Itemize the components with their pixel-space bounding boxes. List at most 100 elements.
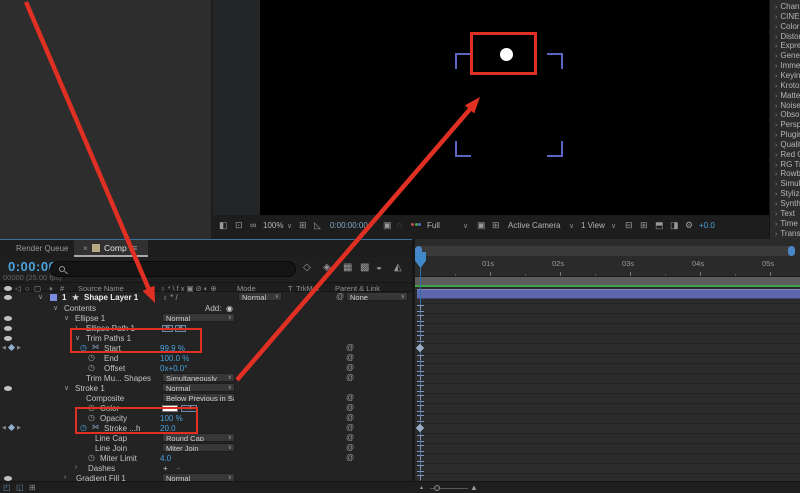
layer-name[interactable]: Shape Layer 1 <box>84 293 138 302</box>
magnification-caret-icon[interactable]: ∨ <box>287 222 292 230</box>
property-row-line-join[interactable]: Line JoinMiter Join∨@ <box>0 443 413 453</box>
show-channel-icon[interactable] <box>411 223 421 229</box>
effect-category[interactable]: ›Time <box>775 219 800 228</box>
expand-transfer-controls-icon[interactable]: ◱ <box>16 483 24 492</box>
caret-down-icon[interactable]: ∨ <box>53 304 58 312</box>
chevron-right-icon[interactable]: › <box>775 63 777 70</box>
visibility-eye-icon[interactable] <box>4 326 12 331</box>
camera-view-caret-icon[interactable]: ∨ <box>569 222 574 230</box>
property-pickwhip-icon[interactable]: @ <box>346 343 354 352</box>
property-pickwhip-icon[interactable]: @ <box>346 393 354 402</box>
prev-keyframe-icon[interactable]: ◀ <box>2 425 6 431</box>
camera-view-value[interactable]: Active Camera <box>508 221 560 230</box>
effect-category[interactable]: ›Krotos <box>775 81 800 90</box>
property-value[interactable]: 100.0 % <box>160 354 189 363</box>
frame-blend-icon[interactable]: ▩ <box>360 262 369 273</box>
chevron-right-icon[interactable]: › <box>775 152 777 159</box>
property-row-offset[interactable]: ◷Offset0x+0.0°@ <box>0 363 413 373</box>
effect-category[interactable]: ›Perspective <box>775 120 800 129</box>
view-count-value[interactable]: 1 View <box>581 221 605 230</box>
property-row-ellipse-1[interactable]: ∨Ellipse 1Normal∨ <box>0 313 413 323</box>
exposure-value[interactable]: +0.0 <box>699 221 715 230</box>
track-keyframe-diamond[interactable] <box>416 424 424 432</box>
prev-keyframe-icon[interactable]: ◀ <box>2 345 6 351</box>
property-row-contents[interactable]: ∨ContentsAdd:◉ <box>0 303 413 313</box>
vr-goggles-icon[interactable]: ∞ <box>250 220 256 230</box>
next-keyframe-icon[interactable]: ▶ <box>17 425 21 431</box>
chevron-right-icon[interactable]: › <box>775 103 777 110</box>
effect-category[interactable]: ›Text <box>775 209 800 218</box>
panel-divider[interactable] <box>412 239 415 493</box>
property-value[interactable]: 4.0 <box>160 454 171 463</box>
keyframe-toggle-icon[interactable] <box>8 344 15 351</box>
property-pickwhip-icon[interactable]: @ <box>346 433 354 442</box>
chevron-right-icon[interactable]: › <box>775 112 777 119</box>
stopwatch-icon[interactable]: ◷ <box>88 453 95 462</box>
property-row-stroke-1[interactable]: ∨Stroke 1Normal∨ <box>0 383 413 393</box>
next-keyframe-icon[interactable]: ▶ <box>17 345 21 351</box>
property-value[interactable]: 0x+0.0° <box>160 364 187 373</box>
property-row-dashes[interactable]: ›Dashes+− <box>0 463 413 473</box>
parent-pickwhip-icon[interactable]: @ <box>336 292 344 301</box>
chevron-right-icon[interactable]: › <box>775 34 777 41</box>
effect-category[interactable]: ›Keying <box>775 71 800 80</box>
tab-render-queue[interactable]: Render Queue <box>16 244 68 253</box>
layer-caret-icon[interactable]: ∨ <box>38 293 43 301</box>
property-pickwhip-icon[interactable]: @ <box>346 413 354 422</box>
effect-category[interactable]: ›Color Correction <box>775 22 800 31</box>
graph-editor-icon[interactable]: ◭ <box>394 262 402 273</box>
show-snapshot-icon[interactable]: ◌ <box>397 220 402 230</box>
chevron-right-icon[interactable]: › <box>775 83 777 90</box>
caret-right-icon[interactable]: › <box>75 464 77 471</box>
magnification-value[interactable]: 100% <box>263 221 283 230</box>
effect-category[interactable]: ›Red Giant <box>775 150 800 159</box>
stopwatch-icon[interactable]: ◷ <box>88 353 95 362</box>
resolution-value[interactable]: Full <box>427 221 440 230</box>
chevron-right-icon[interactable]: › <box>775 162 777 169</box>
draft-3d-icon[interactable]: ◈ <box>323 262 331 273</box>
visibility-eye-icon[interactable] <box>4 336 12 341</box>
chevron-right-icon[interactable]: › <box>775 231 777 238</box>
effect-category[interactable]: ›Simulation <box>775 179 800 188</box>
layer-mode-dropdown[interactable]: Normal∨ <box>238 292 282 301</box>
exposure-gear-icon[interactable]: ⚙ <box>685 220 693 231</box>
effect-category[interactable]: ›Expression Controls <box>775 41 800 50</box>
effect-category[interactable]: ›Stylize <box>775 189 800 198</box>
property-pickwhip-icon[interactable]: @ <box>346 373 354 382</box>
timeline-search-input[interactable] <box>50 261 296 277</box>
caret-right-icon[interactable]: › <box>64 474 66 481</box>
chevron-right-icon[interactable]: › <box>775 93 777 100</box>
effect-category[interactable]: ›Quality <box>775 140 800 149</box>
view-layout-icon[interactable]: ⊞ <box>640 220 648 231</box>
layer-row[interactable]: ∨ 1 ★ Shape Layer 1 ♁ * / Normal∨ @ None… <box>0 292 413 303</box>
effect-category[interactable]: ›Rowbyte <box>775 169 800 178</box>
hide-shy-icon[interactable]: ▦ <box>343 262 352 273</box>
property-pickwhip-icon[interactable]: @ <box>346 403 354 412</box>
effect-category[interactable]: ›Matte <box>775 91 800 100</box>
property-row-line-cap[interactable]: Line CapRound Cap∨@ <box>0 433 413 443</box>
fast-preview-icon[interactable]: ◨ <box>670 220 679 231</box>
property-row-ellipse-path-1[interactable]: ›Ellipse Path 1⇆⇄ <box>0 323 413 333</box>
region-of-interest-icon[interactable]: ▣ <box>477 220 486 231</box>
monitor-icon[interactable]: ⊡ <box>235 220 243 231</box>
tab-comp[interactable]: × Comp ≡ <box>74 240 148 257</box>
chevron-right-icon[interactable]: › <box>775 142 777 149</box>
layer-switches[interactable]: ♁ * / <box>162 293 178 302</box>
property-dropdown[interactable]: Below Previous in Sa∨ <box>162 393 235 402</box>
property-row-trim-paths-1[interactable]: ∨Trim Paths 1 <box>0 333 413 343</box>
chevron-right-icon[interactable]: › <box>775 211 777 218</box>
layer-duration-bar[interactable] <box>417 289 800 299</box>
chevron-right-icon[interactable]: › <box>775 181 777 188</box>
effect-category[interactable]: ›CINEMA 4D <box>775 12 800 21</box>
effect-category[interactable]: ›Channel <box>775 2 800 11</box>
chevron-right-icon[interactable]: › <box>775 132 777 139</box>
property-dropdown[interactable]: Round Cap∨ <box>162 433 235 442</box>
track-keyframe-diamond[interactable] <box>416 344 424 352</box>
property-row-stroke-h[interactable]: ◀▶◷⋈Stroke ...h20.0@ <box>0 423 413 433</box>
time-ruler[interactable]: 01s02s03s04s05s <box>415 257 800 277</box>
property-row-composite[interactable]: CompositeBelow Previous in Sa∨@ <box>0 393 413 403</box>
caret-down-icon[interactable]: ∨ <box>64 314 69 322</box>
layer-eye-icon[interactable] <box>4 295 12 300</box>
stopwatch-icon[interactable]: ◷ <box>88 363 95 372</box>
chevron-right-icon[interactable]: › <box>775 24 777 31</box>
